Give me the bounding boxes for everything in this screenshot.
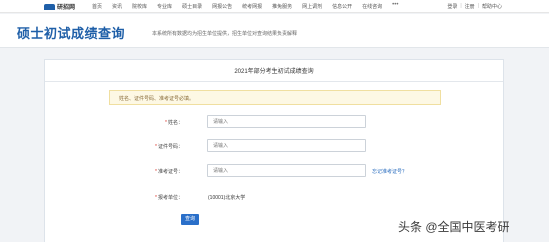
logo-icon <box>44 3 55 10</box>
page-title: 硕士初试成绩查询 <box>17 26 126 41</box>
main-nav: 首页 资讯 院校库 专业库 硕士目录 网报公告 统考网报 推免服务 网上调剂 信… <box>92 2 398 10</box>
nav-item-announcements[interactable]: 网报公告 <box>212 3 232 10</box>
nav-item-adjustment[interactable]: 网上调剂 <box>302 3 322 10</box>
source-watermark: 头条 @全国中医考研 <box>398 215 510 237</box>
help-center-link[interactable]: 帮助中心 <box>482 3 502 10</box>
name-label-text: 姓名： <box>167 120 183 126</box>
exam-number-label-text: 准考证号： <box>157 169 183 175</box>
id-number-label-text: 证件号码： <box>157 144 183 150</box>
name-input[interactable] <box>207 115 366 128</box>
account-divider: | <box>460 3 462 9</box>
login-link[interactable]: 登录 <box>447 3 457 10</box>
id-number-row: *证件号码： <box>45 139 505 153</box>
nav-item-home[interactable]: 首页 <box>92 3 102 10</box>
institution-label: *报考单位： <box>155 194 183 201</box>
query-button[interactable]: 查询 <box>181 214 199 225</box>
exam-number-label: *准考证号： <box>155 168 183 175</box>
more-menu-icon[interactable]: ••• <box>392 2 398 10</box>
exam-number-row: *准考证号： 忘记准考证号？ <box>45 164 505 178</box>
register-link[interactable]: 注册 <box>465 3 475 10</box>
institution-value: (10001)北京大学 <box>208 195 246 201</box>
exam-number-input[interactable] <box>207 164 366 177</box>
page-header: 硕士初试成绩查询 本系统所有数据均为招生单位提供，招生单位对查询结果负责解释 <box>0 14 549 48</box>
forgot-exam-number-link[interactable]: 忘记准考证号？ <box>372 168 407 175</box>
nav-item-schools[interactable]: 院校库 <box>132 3 147 10</box>
id-number-label: *证件号码： <box>155 143 183 150</box>
nav-item-majors[interactable]: 专业库 <box>157 3 172 10</box>
id-number-input[interactable] <box>207 139 366 152</box>
nav-item-consult[interactable]: 在线咨询 <box>362 3 382 10</box>
nav-item-registration[interactable]: 统考网报 <box>242 3 262 10</box>
name-label: *姓名： <box>165 119 183 126</box>
nav-item-catalog[interactable]: 硕士目录 <box>182 3 202 10</box>
institution-label-text: 报考单位： <box>157 195 183 201</box>
required-mark: * <box>155 144 157 150</box>
institution-row: *报考单位： (10001)北京大学 <box>45 190 505 204</box>
top-navigation-bar: 研招网 首页 资讯 院校库 专业库 硕士目录 网报公告 统考网报 推免服务 网上… <box>0 0 549 13</box>
account-links: 登录 | 注册 | 帮助中心 <box>444 3 502 10</box>
panel-header: 2021年部分考生初试成绩查询 <box>45 60 503 82</box>
site-logo[interactable]: 研招网 <box>44 2 75 11</box>
required-mark: * <box>165 120 167 126</box>
required-notice: 姓名、证件号码、准考证号必填。 <box>109 90 441 105</box>
required-mark: * <box>155 169 157 175</box>
panel-title: 2021年部分考生初试成绩查询 <box>234 69 314 75</box>
page-description: 本系统所有数据均为招生单位提供，招生单位对查询结果负责解释 <box>152 31 298 37</box>
name-row: *姓名： <box>45 115 505 129</box>
nav-item-recommendation[interactable]: 推免服务 <box>272 3 292 10</box>
account-divider: | <box>477 3 479 9</box>
required-mark: * <box>155 195 157 201</box>
nav-item-news[interactable]: 资讯 <box>112 3 122 10</box>
logo-text: 研招网 <box>57 5 76 11</box>
notice-text: 姓名、证件号码、准考证号必填。 <box>119 96 195 102</box>
watermark-text: 头条 @全国中医考研 <box>398 219 510 234</box>
nav-item-disclosure[interactable]: 信息公开 <box>332 3 352 10</box>
